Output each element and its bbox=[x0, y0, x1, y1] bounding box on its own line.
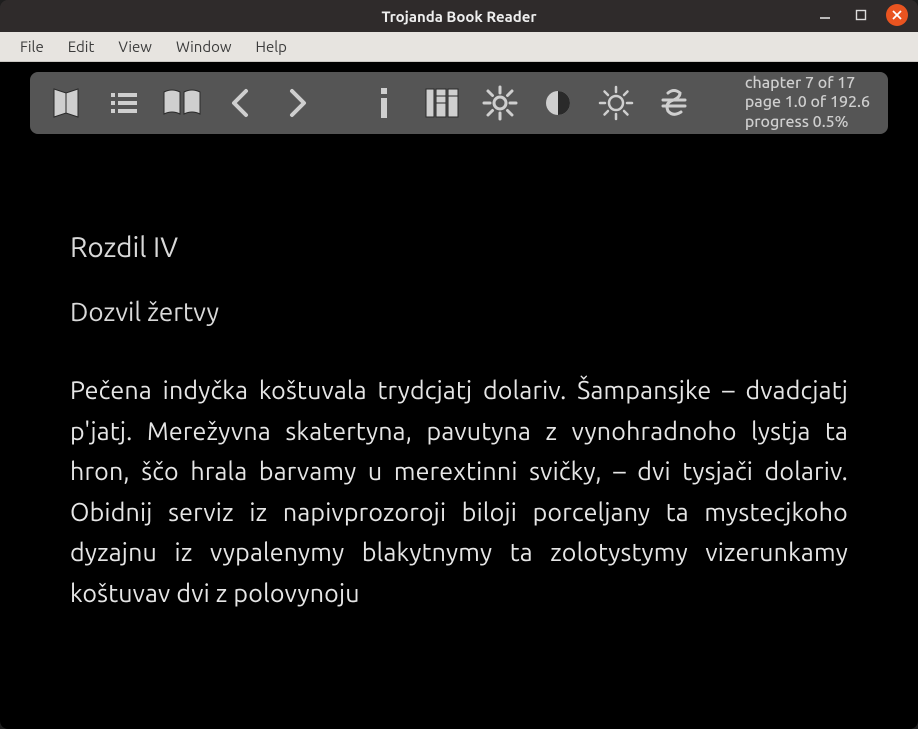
menu-file[interactable]: File bbox=[10, 34, 54, 59]
brightness-button[interactable] bbox=[594, 81, 638, 125]
two-page-icon bbox=[162, 88, 202, 118]
prev-button[interactable] bbox=[218, 81, 262, 125]
toolbar-area: chapter 7 of 17 page 1.0 of 192.6 progre… bbox=[0, 62, 918, 142]
toc-icon bbox=[109, 90, 139, 116]
settings-button[interactable] bbox=[478, 81, 522, 125]
maximize-button[interactable] bbox=[850, 4, 872, 26]
menu-help[interactable]: Help bbox=[246, 34, 297, 59]
minimize-button[interactable] bbox=[814, 4, 836, 26]
chapter-number: Rozdil IV bbox=[70, 232, 848, 263]
window-controls bbox=[814, 4, 908, 26]
info-icon bbox=[377, 86, 391, 120]
body-text: Pečena indyčka koštuvala trydcjatj dolar… bbox=[70, 370, 848, 613]
chapter-title: Dozvil žertvy bbox=[70, 297, 848, 326]
menubar: File Edit View Window Help bbox=[0, 32, 918, 62]
menu-edit[interactable]: Edit bbox=[58, 34, 105, 59]
library-button[interactable] bbox=[44, 81, 88, 125]
info-button[interactable] bbox=[362, 81, 406, 125]
two-page-button[interactable] bbox=[160, 81, 204, 125]
status-chapter: chapter 7 of 17 bbox=[745, 74, 870, 93]
menu-window[interactable]: Window bbox=[166, 34, 242, 59]
contrast-icon bbox=[543, 88, 573, 118]
hryvnia-icon bbox=[659, 87, 689, 119]
window-title: Trojanda Book Reader bbox=[381, 8, 536, 25]
menu-view[interactable]: View bbox=[108, 34, 162, 59]
library-icon bbox=[51, 86, 81, 120]
hryvnia-button[interactable] bbox=[652, 81, 696, 125]
titlebar: Trojanda Book Reader bbox=[0, 0, 918, 32]
next-button[interactable] bbox=[276, 81, 320, 125]
app-mark-icon bbox=[424, 87, 460, 119]
reader-pane[interactable]: Rozdil IV Dozvil žertvy Pečena indyčka k… bbox=[0, 142, 918, 729]
status-block: chapter 7 of 17 page 1.0 of 192.6 progre… bbox=[745, 74, 874, 132]
contrast-button[interactable] bbox=[536, 81, 580, 125]
toolbar: chapter 7 of 17 page 1.0 of 192.6 progre… bbox=[30, 72, 888, 134]
brightness-icon bbox=[598, 85, 634, 121]
toc-button[interactable] bbox=[102, 81, 146, 125]
close-button[interactable] bbox=[886, 4, 908, 26]
prev-icon bbox=[228, 88, 252, 118]
app-window: Trojanda Book Reader File Edit View Wind… bbox=[0, 0, 918, 729]
status-page: page 1.0 of 192.6 bbox=[745, 93, 870, 112]
status-progress: progress 0.5% bbox=[745, 113, 870, 132]
app-mark-button[interactable] bbox=[420, 81, 464, 125]
settings-icon bbox=[482, 85, 518, 121]
next-icon bbox=[286, 88, 310, 118]
